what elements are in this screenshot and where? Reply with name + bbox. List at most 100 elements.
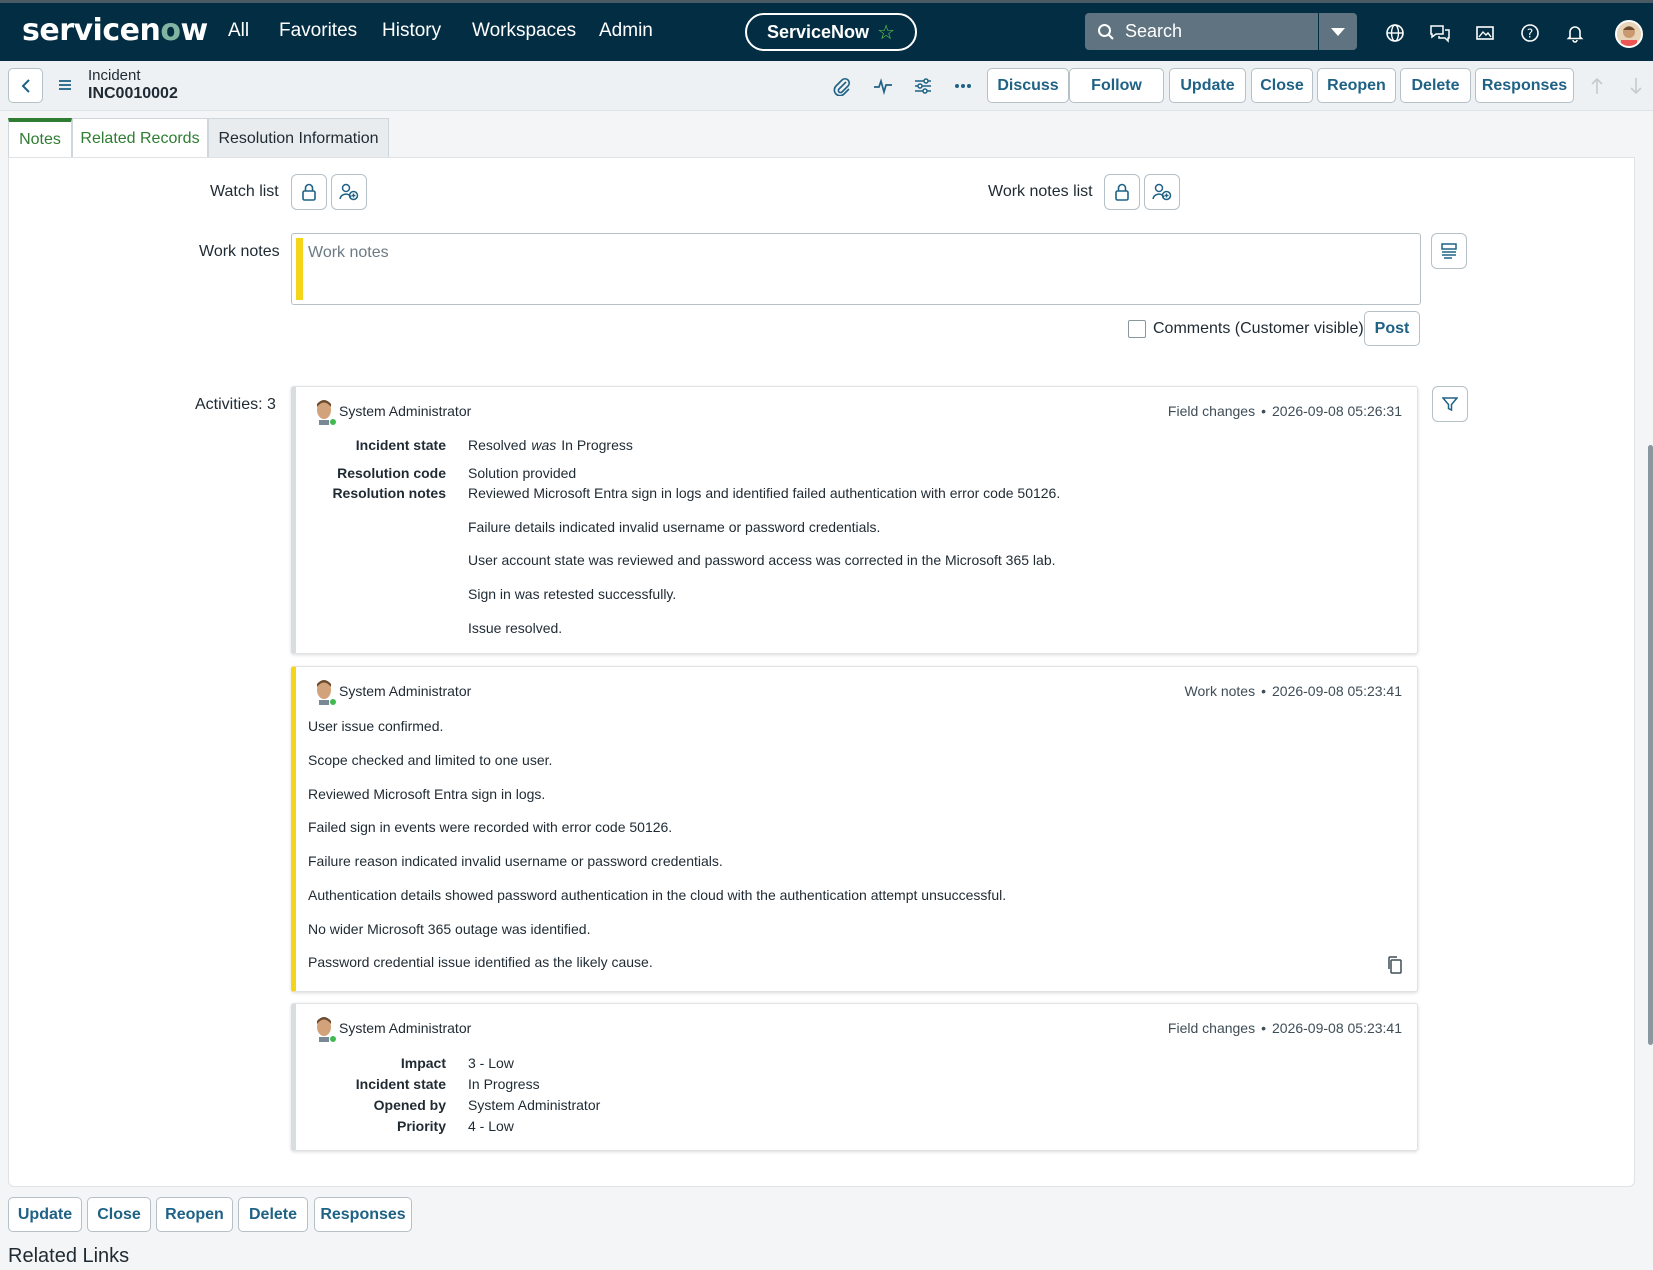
app-scope-label: ServiceNow <box>767 21 870 42</box>
author-avatar <box>314 1016 337 1043</box>
help-icon[interactable]: ? <box>1518 21 1542 45</box>
online-status-indicator <box>329 418 337 426</box>
work-notes-placeholder: Work notes <box>308 244 389 261</box>
activity-card-work-notes: System Administrator Work notes • 2026-09-… <box>291 666 1418 992</box>
discuss-button[interactable]: Discuss <box>987 68 1069 103</box>
follow-button[interactable]: Follow <box>1069 68 1164 103</box>
activity-timestamp: 2026-09-08 05:23:41 <box>1272 683 1402 699</box>
tab-notes[interactable]: Notes <box>8 118 72 158</box>
search-icon <box>1098 23 1114 40</box>
logo-text-end: w <box>180 13 208 48</box>
record-header: Incident INC0010002 Discuss Follow Updat… <box>0 61 1653 111</box>
work-notes-textarea[interactable]: Work notes <box>291 233 1421 305</box>
work-notes-label: Work notes <box>199 243 280 260</box>
field-was-label: was <box>531 437 557 453</box>
activity-author: System Administrator <box>339 1020 472 1036</box>
activity-timestamp: 2026-09-08 05:26:31 <box>1272 403 1402 419</box>
bell-icon[interactable] <box>1563 21 1587 45</box>
nav-history[interactable]: History <box>382 20 441 42</box>
footer-responses-button[interactable]: Responses <box>314 1197 412 1232</box>
resolution-notes-line: Issue resolved. <box>468 620 563 636</box>
resolution-notes-line: Sign in was retested successfully. <box>468 586 677 602</box>
footer-close-button[interactable]: Close <box>87 1197 151 1232</box>
field-value: 4 - Low <box>468 1118 514 1134</box>
watch-list-lock-button[interactable] <box>291 174 327 210</box>
work-note-line: Reviewed Microsoft Entra sign in logs. <box>308 786 546 802</box>
activity-pulse-icon[interactable] <box>872 75 894 97</box>
activity-timestamp: 2026-09-08 05:23:41 <box>1272 1020 1402 1036</box>
work-note-line: Scope checked and limited to one user. <box>308 752 553 768</box>
work-notes-indicator-bar <box>296 238 303 300</box>
field-new-value: Resolved <box>468 437 527 453</box>
field-name: Incident state <box>355 1076 446 1092</box>
field-name: Opened by <box>373 1097 446 1113</box>
logo-text-o: o <box>160 13 181 48</box>
star-icon[interactable]: ☆ <box>877 20 895 45</box>
field-value: Solution provided <box>468 465 577 481</box>
author-avatar <box>314 399 337 426</box>
work-note-line: User issue confirmed. <box>308 718 444 734</box>
record-number: INC0010002 <box>88 85 178 102</box>
footer-update-button[interactable]: Update <box>8 1197 82 1232</box>
templates-button[interactable] <box>1431 233 1467 269</box>
activity-card-field-changes: System Administrator Field changes • 2026-… <box>291 1003 1418 1151</box>
template-icon <box>1441 243 1457 259</box>
tab-related-records[interactable]: Related Records <box>72 118 208 158</box>
watch-list-add-me-button[interactable] <box>331 174 367 210</box>
author-avatar <box>314 679 337 706</box>
search-scope-dropdown[interactable] <box>1319 13 1357 50</box>
field-name: Resolution code <box>337 465 446 481</box>
nav-workspaces[interactable]: Workspaces <box>472 20 576 42</box>
copy-icon[interactable] <box>1387 956 1403 979</box>
globe-icon[interactable] <box>1383 21 1407 45</box>
page-scrollbar[interactable] <box>1648 445 1653 1045</box>
online-status-indicator <box>329 1035 337 1043</box>
field-value: Resolved was In Progress <box>468 437 633 453</box>
field-value: 3 - Low <box>468 1055 514 1071</box>
field-name: Priority <box>396 1118 446 1134</box>
arrow-down-icon[interactable] <box>1625 75 1647 97</box>
responses-button[interactable]: Responses <box>1475 68 1574 103</box>
back-button[interactable] <box>8 68 43 103</box>
update-button[interactable]: Update <box>1169 68 1246 103</box>
resolution-notes-line: Failure details indicated invalid userna… <box>468 519 881 535</box>
nav-favorites[interactable]: Favorites <box>279 20 357 42</box>
more-options-icon[interactable] <box>952 75 974 97</box>
close-button[interactable]: Close <box>1251 68 1313 103</box>
activity-type: Field changes <box>1167 403 1256 419</box>
paperclip-icon[interactable] <box>831 75 853 97</box>
footer-delete-button[interactable]: Delete <box>238 1197 308 1232</box>
add-user-icon <box>339 183 359 201</box>
work-notes-list-add-me-button[interactable] <box>1144 174 1180 210</box>
activity-filter-button[interactable] <box>1432 386 1468 422</box>
tab-resolution-information[interactable]: Resolution Information <box>208 118 389 158</box>
arrow-up-icon[interactable] <box>1586 75 1608 97</box>
activity-type: Field changes <box>1167 1020 1256 1036</box>
search-placeholder: Search <box>1125 21 1183 41</box>
activity-meta: Field changes • 2026-09-08 05:23:41 <box>1167 1020 1402 1036</box>
nav-admin[interactable]: Admin <box>599 20 653 42</box>
field-value: System Administrator <box>468 1097 601 1113</box>
caret-down-icon <box>1331 27 1345 36</box>
chat-icon[interactable] <box>1428 21 1452 45</box>
delete-button[interactable]: Delete <box>1400 68 1471 103</box>
nav-all[interactable]: All <box>228 20 249 42</box>
post-button[interactable]: Post <box>1364 311 1420 346</box>
global-search[interactable]: Search <box>1085 13 1318 50</box>
context-menu-icon[interactable] <box>58 78 72 96</box>
image-preview-icon[interactable] <box>1473 21 1497 45</box>
comments-checkbox[interactable] <box>1128 320 1146 338</box>
work-note-line: Failed sign in events were recorded with… <box>308 819 673 835</box>
resolution-notes-line: Reviewed Microsoft Entra sign in logs an… <box>468 485 1061 501</box>
reopen-button[interactable]: Reopen <box>1317 68 1396 103</box>
footer-reopen-button[interactable]: Reopen <box>156 1197 233 1232</box>
watch-list-label: Watch list <box>210 183 279 200</box>
activity-author: System Administrator <box>339 403 472 419</box>
activity-author: System Administrator <box>339 683 472 699</box>
settings-sliders-icon[interactable] <box>912 75 934 97</box>
work-notes-list-lock-button[interactable] <box>1104 174 1140 210</box>
user-avatar[interactable] <box>1615 20 1643 48</box>
field-value: In Progress <box>468 1076 540 1092</box>
app-scope-pill[interactable]: ServiceNow ☆ <box>745 13 917 51</box>
servicenow-logo[interactable]: servicenow <box>22 13 208 48</box>
